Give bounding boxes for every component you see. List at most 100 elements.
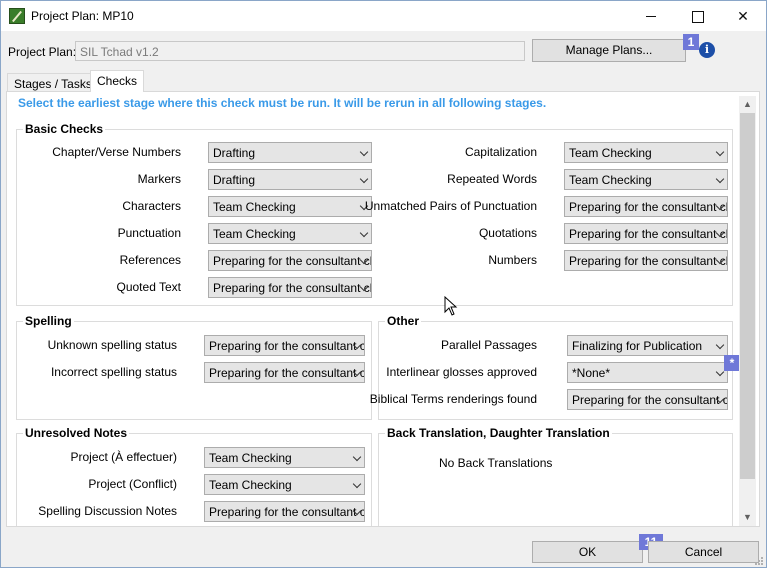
scroll-thumb[interactable] xyxy=(740,113,755,479)
dropdown-value: *None* xyxy=(572,366,611,380)
instruction-text: Select the earliest stage where this che… xyxy=(18,96,547,110)
check-stage-dropdown[interactable]: Team Checking xyxy=(208,196,372,217)
ok-button[interactable]: OK xyxy=(532,541,643,563)
check-stage-dropdown[interactable]: Finalizing for Publication xyxy=(567,335,728,356)
check-label: Characters xyxy=(122,199,181,213)
basic-checks-title: Basic Checks xyxy=(23,122,106,136)
check-label: Biblical Terms renderings found xyxy=(369,392,537,406)
check-label: Spelling Discussion Notes xyxy=(38,504,177,518)
spelling-title: Spelling xyxy=(23,314,74,328)
maximize-button[interactable] xyxy=(674,1,720,31)
project-plan-window: Project Plan: MP10 ✕ Project Plan: SIL T… xyxy=(0,0,767,568)
dropdown-value: Preparing for the consultant c xyxy=(209,366,365,380)
check-stage-dropdown[interactable]: Preparing for the consultant c xyxy=(204,501,365,522)
dropdown-value: Team Checking xyxy=(213,227,296,241)
dropdown-value: Preparing for the consultant cl xyxy=(569,254,728,268)
check-label: Project (À effectuer) xyxy=(70,450,178,464)
dropdown-value: Team Checking xyxy=(213,200,296,214)
chevron-down-icon xyxy=(715,367,725,377)
project-plan-label: Project Plan: xyxy=(8,45,77,59)
dropdown-value: Preparing for the consultant c xyxy=(209,339,365,353)
check-stage-dropdown[interactable]: Preparing for the consultant c xyxy=(204,335,365,356)
check-label: Numbers xyxy=(488,253,537,267)
vertical-scrollbar[interactable]: ▲ ▼ xyxy=(739,96,756,526)
chevron-down-icon xyxy=(359,174,369,184)
dropdown-value: Preparing for the consultant c xyxy=(572,393,728,407)
manage-plans-button[interactable]: Manage Plans... xyxy=(532,39,686,62)
dropdown-value: Drafting xyxy=(213,146,256,160)
checks-panel: Select the earliest stage where this che… xyxy=(6,91,760,527)
interlinear-badge: * xyxy=(724,355,740,371)
minimize-button[interactable] xyxy=(628,1,674,31)
scroll-up-icon[interactable]: ▲ xyxy=(739,96,756,113)
check-stage-dropdown[interactable]: *None* xyxy=(567,362,728,383)
check-label: Quoted Text xyxy=(116,280,182,294)
scroll-down-icon[interactable]: ▼ xyxy=(739,509,756,526)
other-title: Other xyxy=(385,314,422,328)
mouse-cursor-icon xyxy=(444,296,458,316)
check-stage-dropdown[interactable]: Drafting xyxy=(208,142,372,163)
dropdown-value: Preparing for the consultant cl xyxy=(213,281,372,295)
info-icon[interactable]: i xyxy=(699,42,715,58)
chevron-down-icon xyxy=(352,479,362,489)
chevron-down-icon xyxy=(359,228,369,238)
dropdown-value: Preparing for the consultant c xyxy=(209,505,365,519)
check-stage-dropdown[interactable]: Preparing for the consultant cl xyxy=(564,250,728,271)
check-stage-dropdown[interactable]: Preparing for the consultant c xyxy=(204,362,365,383)
spelling-group: Spelling Unknown spelling status Prepari… xyxy=(16,314,372,420)
check-label: Markers xyxy=(137,172,181,186)
chevron-down-icon xyxy=(359,147,369,157)
app-icon xyxy=(9,8,25,24)
dropdown-value: Team Checking xyxy=(209,451,292,465)
window-title: Project Plan: MP10 xyxy=(31,9,134,23)
check-stage-dropdown[interactable]: Team Checking xyxy=(564,142,728,163)
check-label: Interlinear glosses approved xyxy=(386,365,537,379)
check-stage-dropdown[interactable]: Preparing for the consultant cl xyxy=(208,250,372,271)
check-label: Quotations xyxy=(478,226,537,240)
chevron-down-icon xyxy=(715,340,725,350)
back-translation-group: Back Translation, Daughter Translation N… xyxy=(378,426,733,526)
check-stage-dropdown[interactable]: Team Checking xyxy=(204,474,365,495)
back-translation-title: Back Translation, Daughter Translation xyxy=(385,426,612,440)
unresolved-notes-title: Unresolved Notes xyxy=(23,426,130,440)
check-stage-dropdown[interactable]: Preparing for the consultant c xyxy=(567,389,728,410)
check-stage-dropdown[interactable]: Team Checking xyxy=(564,169,728,190)
check-stage-dropdown[interactable]: Team Checking xyxy=(204,447,365,468)
close-button[interactable]: ✕ xyxy=(720,1,766,31)
title-bar: Project Plan: MP10 ✕ xyxy=(1,1,766,31)
check-label: References xyxy=(119,253,181,267)
check-label: Repeated Words xyxy=(447,172,537,186)
tab-stages-tasks[interactable]: Stages / Tasks xyxy=(7,73,99,91)
other-group: Other Parallel Passages Finalizing for P… xyxy=(370,314,740,420)
dropdown-value: Preparing for the consultant cl xyxy=(569,227,728,241)
dropdown-value: Preparing for the consultant cl xyxy=(213,254,372,268)
check-stage-dropdown[interactable]: Preparing for the consultant cl xyxy=(208,277,372,298)
check-label: Unknown spelling status xyxy=(47,338,177,352)
unresolved-notes-group: Unresolved Notes Project (À effectuer) T… xyxy=(16,426,372,526)
basic-checks-group: Basic Checks Chapter/Verse Numbers Draft… xyxy=(16,122,733,306)
check-stage-dropdown[interactable]: Drafting xyxy=(208,169,372,190)
chevron-down-icon xyxy=(352,452,362,462)
cancel-button[interactable]: Cancel xyxy=(648,541,759,563)
dropdown-value: Team Checking xyxy=(209,478,292,492)
check-label: Parallel Passages xyxy=(440,338,537,352)
dropdown-value: Finalizing for Publication xyxy=(572,339,703,353)
no-back-translations-text: No Back Translations xyxy=(439,456,553,470)
check-label: Chapter/Verse Numbers xyxy=(52,145,181,159)
dropdown-value: Team Checking xyxy=(569,173,652,187)
manage-plans-badge: 1 xyxy=(683,34,699,50)
project-plan-field: SIL Tchad v1.2 xyxy=(75,41,525,61)
check-stage-dropdown[interactable]: Preparing for the consultant cl xyxy=(564,223,728,244)
chevron-down-icon xyxy=(715,174,725,184)
check-label: Unmatched Pairs of Punctuation xyxy=(364,199,537,213)
tab-checks[interactable]: Checks xyxy=(90,70,145,92)
chevron-down-icon xyxy=(715,147,725,157)
check-stage-dropdown[interactable]: Team Checking xyxy=(208,223,372,244)
check-label: Incorrect spelling status xyxy=(50,365,177,379)
dropdown-value: Drafting xyxy=(213,173,256,187)
check-label: Capitalization xyxy=(464,145,537,159)
dropdown-value: Preparing for the consultant cl xyxy=(569,200,728,214)
dropdown-value: Team Checking xyxy=(569,146,652,160)
check-stage-dropdown[interactable]: Preparing for the consultant cl xyxy=(564,196,728,217)
resize-grip-icon[interactable] xyxy=(752,554,764,566)
